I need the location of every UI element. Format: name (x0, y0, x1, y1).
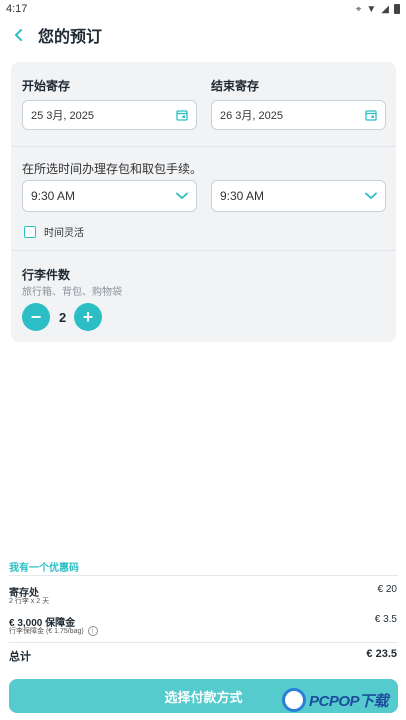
end-date-label: 结束寄存 (211, 79, 260, 93)
bag-count-label: 行李件数 (22, 268, 71, 282)
chevron-down-icon (365, 192, 377, 200)
signal-icon: ◢ (381, 3, 389, 15)
end-date-value: 26 3月, 2025 (220, 110, 283, 122)
back-button[interactable] (4, 20, 34, 50)
end-time-select[interactable]: 9:30 AM (211, 180, 386, 212)
plus-icon: + (82, 307, 94, 327)
flexible-time-label: 时间灵活 (44, 228, 84, 239)
total-label: 总计 (9, 651, 31, 663)
deposit-sub: 行李保障金 (€ 1.75/bag) i (9, 626, 98, 636)
page-title: 您的预订 (38, 29, 103, 46)
minus-icon: − (30, 307, 42, 327)
end-time-value: 9:30 AM (220, 189, 265, 203)
deposit-price: € 3.5 (374, 614, 397, 625)
storage-sub-text: 2 行李 x 2 天 (9, 598, 50, 605)
bag-count-sub: 旅行箱、背包、购物袋 (22, 287, 122, 298)
wifi-icon: ▼ (366, 3, 377, 15)
start-time-select[interactable]: 9:30 AM (22, 180, 197, 212)
start-time-value: 9:30 AM (31, 189, 76, 203)
calendar-icon (176, 110, 188, 121)
booking-card: 开始寄存 结束寄存 25 3月, 2025 26 3月, 2025 在所选时间办… (11, 62, 396, 342)
divider (9, 642, 398, 643)
location-icon: ⌖ (355, 3, 362, 15)
increase-bags-button[interactable]: + (74, 303, 102, 331)
flexible-time-option[interactable]: 时间灵活 (24, 224, 84, 239)
status-time: 4:17 (6, 3, 28, 15)
decrease-bags-button[interactable]: − (22, 303, 50, 331)
start-date-value: 25 3月, 2025 (31, 110, 94, 122)
status-bar: 4:17 ⌖ ▼ ◢ (0, 0, 406, 18)
info-icon[interactable]: i (87, 626, 98, 636)
storage-sub: 2 行李 x 2 天 (9, 596, 49, 606)
deposit-sub-text: 行李保障金 (€ 1.75/bag) (9, 628, 84, 635)
watermark: PCPOP下载 (282, 683, 404, 717)
coupon-link[interactable]: 我有一个优惠码 (9, 559, 79, 574)
calendar-icon (365, 110, 377, 121)
time-hint: 在所选时间办理存包和取包手续。 (22, 162, 203, 176)
status-icons: ⌖ ▼ ◢ (356, 4, 400, 15)
flexible-time-checkbox[interactable] (24, 225, 36, 238)
chevron-down-icon (176, 192, 188, 200)
storage-price: € 20 (377, 584, 397, 595)
bag-count-value: 2 (59, 310, 67, 325)
battery-icon (394, 4, 400, 14)
choose-payment-label: 选择付款方式 (164, 689, 243, 705)
chevron-left-icon (14, 29, 22, 41)
start-date-field[interactable]: 25 3月, 2025 (22, 100, 197, 130)
watermark-logo-icon (282, 688, 306, 712)
divider (9, 575, 398, 576)
start-date-label: 开始寄存 (22, 79, 71, 93)
total-price: € 23.5 (366, 648, 397, 660)
divider (11, 146, 396, 147)
app-header: 您的预订 (0, 18, 406, 52)
watermark-text: PCPOP下载 (309, 692, 389, 710)
end-date-field[interactable]: 26 3月, 2025 (211, 100, 386, 130)
divider (11, 250, 396, 251)
